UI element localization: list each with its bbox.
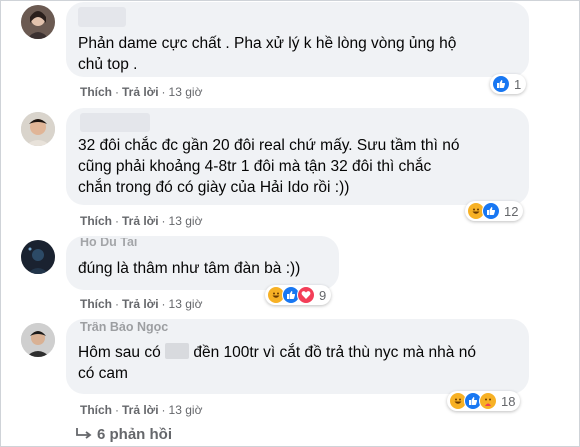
redacted-name xyxy=(165,343,190,359)
separator: · xyxy=(115,297,119,311)
reaction-count: 1 xyxy=(514,76,522,92)
comment-actions: Thích · Trả lời · 13 giờ xyxy=(80,297,202,311)
timestamp[interactable]: 13 giờ xyxy=(169,85,203,99)
reaction-count: 9 xyxy=(319,287,327,303)
comment-text-line: đúng là thâm như tâm đàn bà :)) xyxy=(78,260,301,277)
reaction-count: 18 xyxy=(501,393,516,409)
timestamp[interactable]: 13 giờ xyxy=(169,403,203,417)
text-fragment: đền 100tr vì cắt đồ trả thù nyc mà nhà n… xyxy=(193,344,476,361)
comment-bubble: 32 đôi chắc đc gần 20 đôi real chứ mấy. … xyxy=(66,108,529,205)
reaction-count: 12 xyxy=(504,203,519,219)
love-reaction-icon xyxy=(297,286,315,304)
like-button[interactable]: Thích xyxy=(80,297,112,311)
reply-arrow-icon xyxy=(75,427,97,445)
separator: · xyxy=(115,214,119,228)
timestamp[interactable]: 13 giờ xyxy=(169,214,203,228)
comment-text-line: chủ top . xyxy=(78,56,138,73)
avatar[interactable] xyxy=(21,240,55,274)
like-reaction-icon xyxy=(482,202,500,220)
avatar[interactable] xyxy=(21,5,55,39)
avatar[interactable] xyxy=(21,323,55,357)
separator: · xyxy=(115,85,119,99)
comment-bubble: Trần Bảo Ngọc Hôm sau có đền 100tr vì cắ… xyxy=(66,319,529,394)
like-button[interactable]: Thích xyxy=(80,85,112,99)
reply-button[interactable]: Trả lời xyxy=(122,297,159,311)
comment-text-line: 32 đôi chắc đc gần 20 đôi real chứ mấy. … xyxy=(78,137,460,154)
reply-button[interactable]: Trả lời xyxy=(122,85,159,99)
comment-text-line: Phản dame cực chất . Pha xử lý k hề lòng… xyxy=(78,35,457,52)
comment-actions: Thích · Trả lời · 13 giờ xyxy=(80,403,202,417)
avatar[interactable] xyxy=(21,112,55,146)
author-name-redacted[interactable] xyxy=(80,113,150,132)
timestamp[interactable]: 13 giờ xyxy=(169,297,203,311)
comment-actions: Thích · Trả lời · 13 giờ xyxy=(80,214,202,228)
comment-text: Hôm sau có đền 100tr vì cắt đồ trả thù n… xyxy=(78,342,476,384)
separator: · xyxy=(115,403,119,417)
author-name-redacted[interactable] xyxy=(78,7,126,27)
separator: · xyxy=(161,85,166,99)
like-reaction-icon xyxy=(492,75,510,93)
reaction-summary[interactable]: 12 xyxy=(465,201,524,221)
comment-text-line: có cam xyxy=(78,365,128,382)
text-fragment: Hôm sau có xyxy=(78,344,161,361)
replies-label: 6 phản hồi xyxy=(97,426,172,443)
author-name[interactable]: Ho Du Tai xyxy=(80,238,137,249)
like-button[interactable]: Thích xyxy=(80,214,112,228)
separator: · xyxy=(161,297,166,311)
comment-text-line: chắn trong đó có giày của Hải Ido rồi :)… xyxy=(78,179,350,196)
comment-actions: Thích · Trả lời · 13 giờ xyxy=(80,85,202,99)
separator: · xyxy=(161,403,166,417)
reaction-summary[interactable]: 1 xyxy=(490,74,527,94)
reaction-summary[interactable]: 9 xyxy=(265,285,332,305)
comment-bubble: Phản dame cực chất . Pha xử lý k hề lòng… xyxy=(66,2,529,77)
comment-text: đúng là thâm như tâm đàn bà :)) xyxy=(78,258,300,279)
comment-bubble: Ho Du Tai đúng là thâm như tâm đàn bà :)… xyxy=(66,236,339,290)
separator: · xyxy=(161,214,166,228)
comment-text-line: cũng phải khoảng 4-8tr 1 đôi mà tận 32 đ… xyxy=(78,158,432,175)
reply-button[interactable]: Trả lời xyxy=(122,214,159,228)
care-reaction-icon xyxy=(479,392,497,410)
like-button[interactable]: Thích xyxy=(80,403,112,417)
view-replies-link[interactable]: 6 phản hồi xyxy=(75,426,172,445)
author-name[interactable]: Trần Bảo Ngọc xyxy=(80,322,168,334)
comment-text-line: Hôm sau có đền 100tr vì cắt đồ trả thù n… xyxy=(78,342,476,363)
comment-text: 32 đôi chắc đc gần 20 đôi real chứ mấy. … xyxy=(78,135,459,198)
comment-text: Phản dame cực chất . Pha xử lý k hề lòng… xyxy=(78,33,456,75)
reply-button[interactable]: Trả lời xyxy=(122,403,159,417)
reaction-summary[interactable]: 18 xyxy=(447,391,521,411)
